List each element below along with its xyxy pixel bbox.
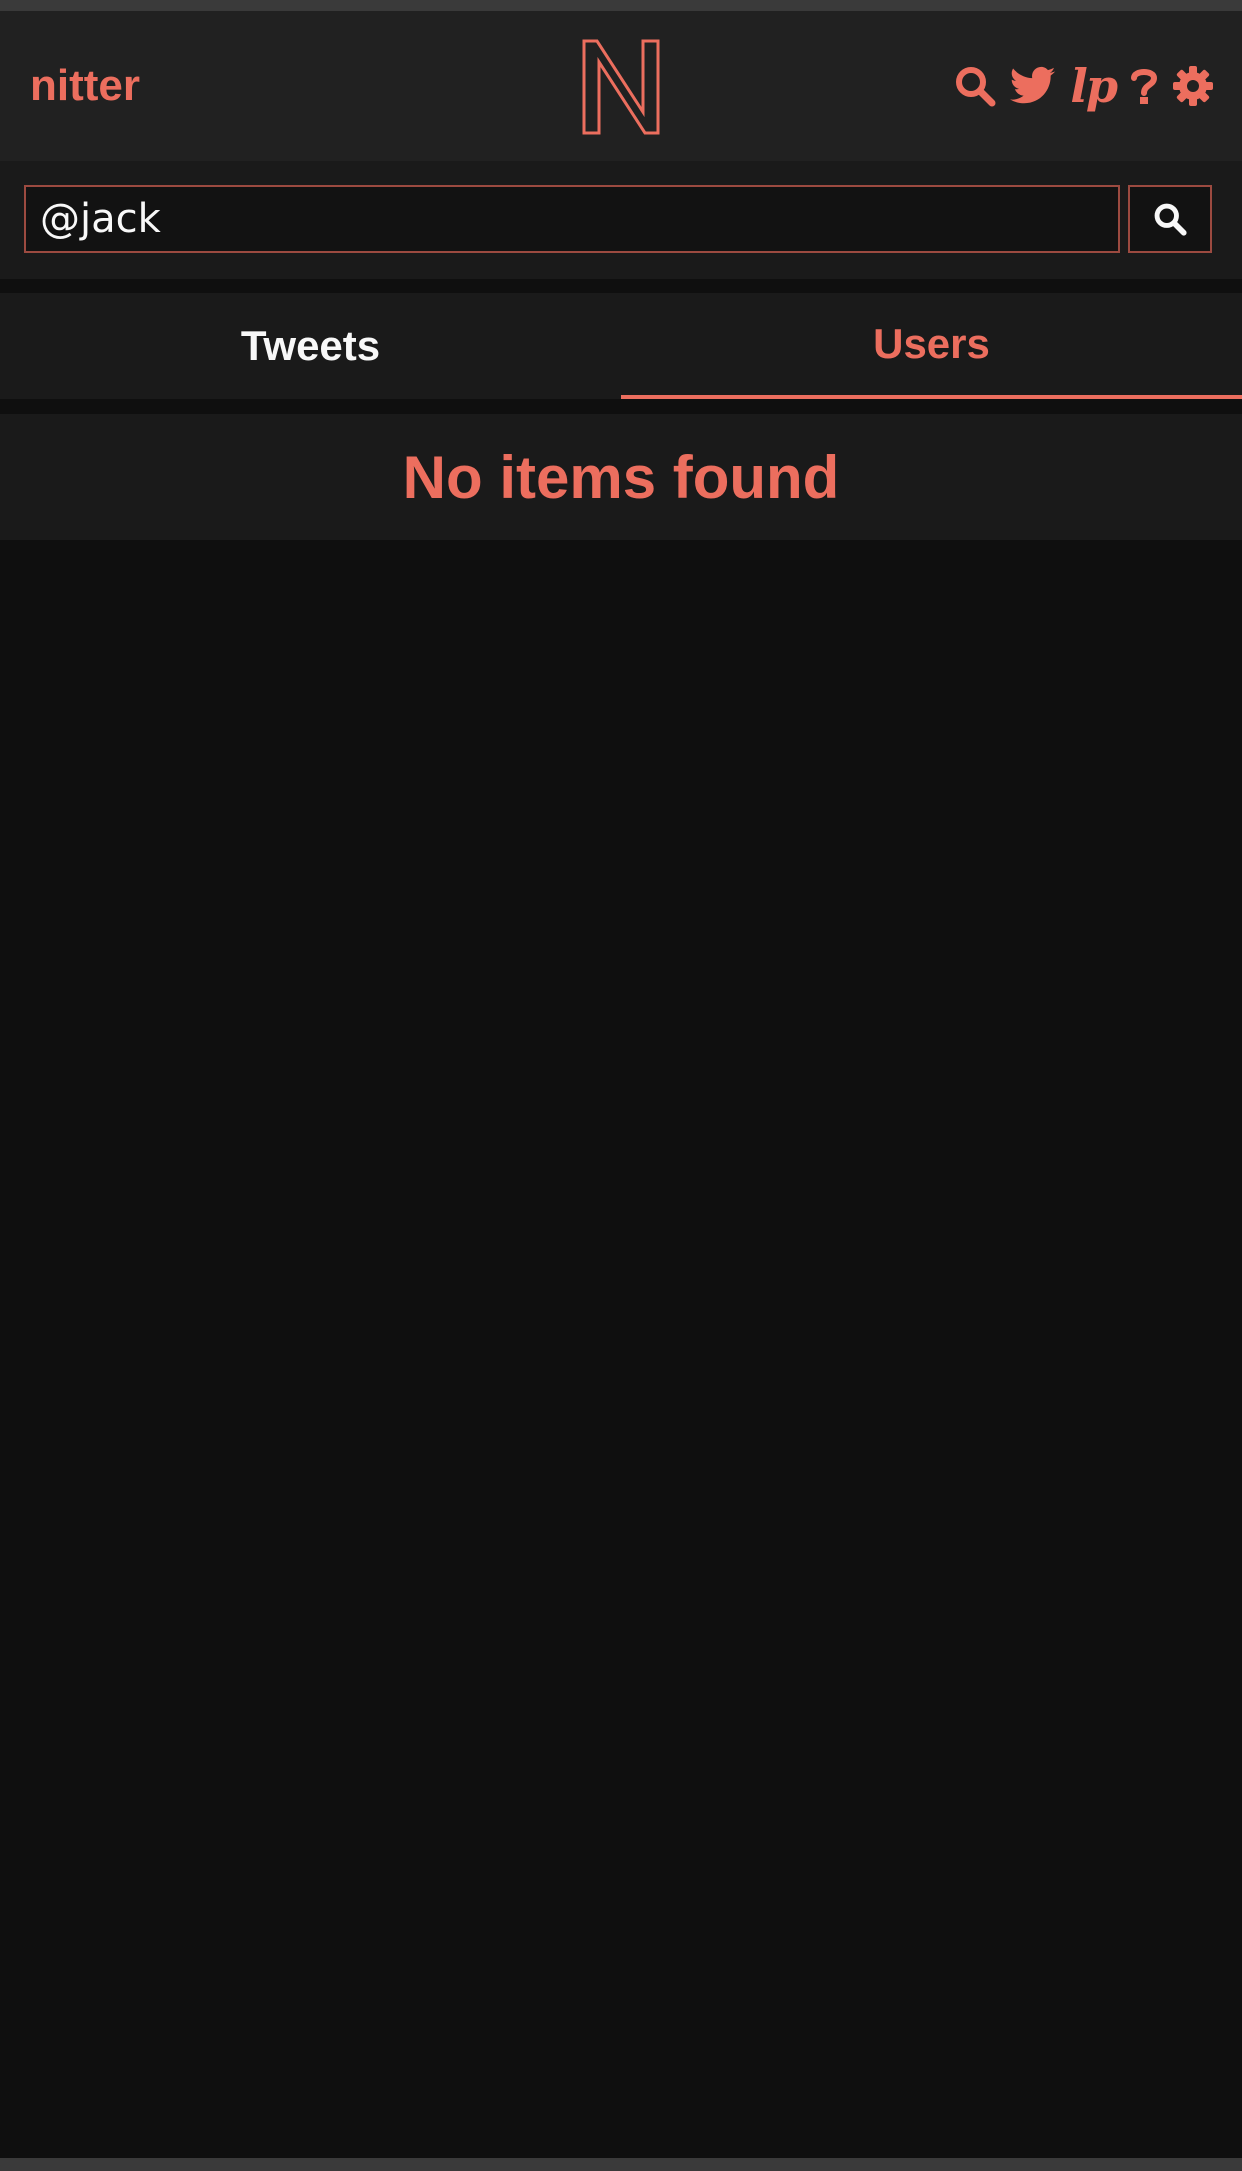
brand-link[interactable]: nitter bbox=[30, 11, 140, 161]
search-tabs: Tweets Users bbox=[0, 293, 1242, 399]
bottom-edge-strip bbox=[0, 2158, 1242, 2171]
empty-results-panel: No items found bbox=[0, 414, 1242, 540]
tab-tweets[interactable]: Tweets bbox=[0, 293, 621, 399]
search-icon[interactable] bbox=[954, 56, 996, 116]
nitter-n-logo-icon[interactable] bbox=[581, 38, 661, 136]
navbar: nitter lp bbox=[0, 11, 1242, 161]
top-edge-strip bbox=[0, 0, 1242, 11]
gear-icon[interactable] bbox=[1172, 56, 1214, 116]
search-icon bbox=[1154, 203, 1187, 236]
search-bar bbox=[0, 161, 1242, 279]
twitter-bird-icon[interactable] bbox=[1010, 56, 1056, 116]
tab-users[interactable]: Users bbox=[621, 293, 1242, 399]
nav-icon-group: lp bbox=[954, 11, 1214, 161]
search-button[interactable] bbox=[1128, 185, 1212, 253]
lp-icon[interactable]: lp bbox=[1070, 56, 1118, 116]
help-icon[interactable] bbox=[1130, 56, 1158, 116]
no-items-message: No items found bbox=[402, 443, 840, 511]
search-input[interactable] bbox=[24, 185, 1120, 253]
